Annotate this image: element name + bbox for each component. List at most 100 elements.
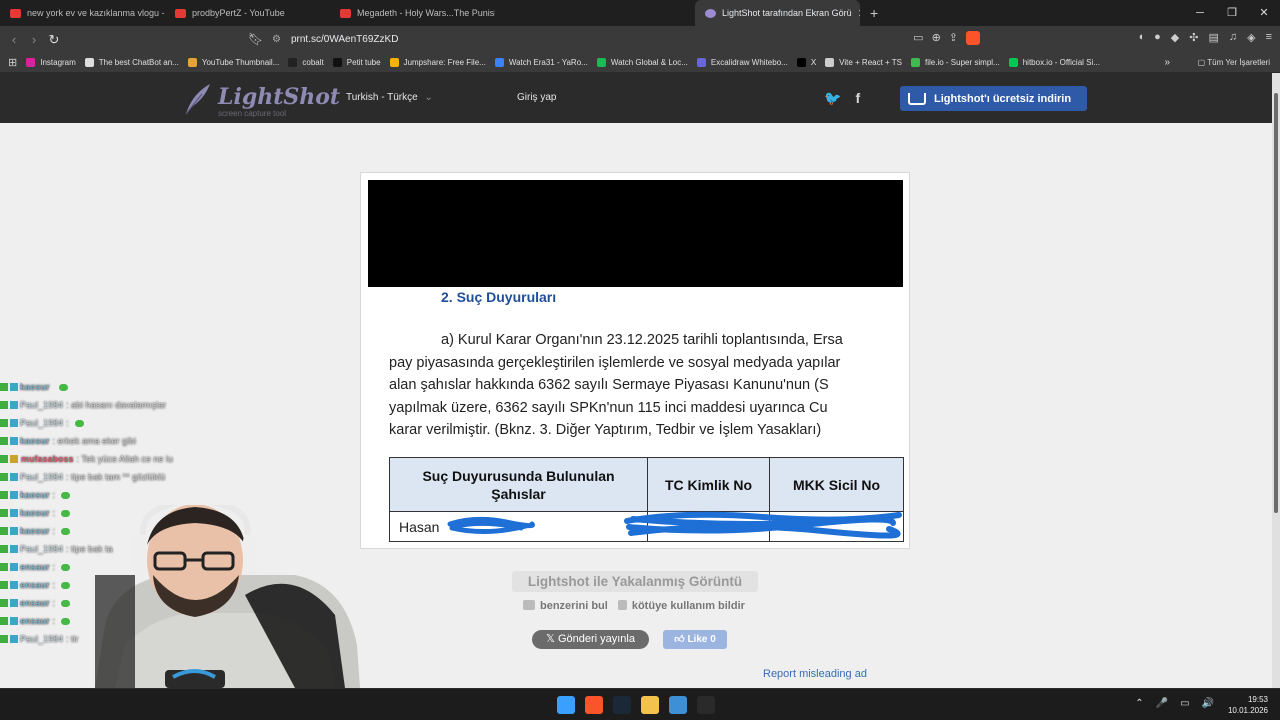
explorer-icon[interactable] [641,696,659,714]
obs-icon[interactable] [697,696,715,714]
all-bookmarks-button[interactable]: ▢ Tüm Yer İşaretleri [1198,58,1270,67]
tab-lightshot[interactable]: LightShot tarafından Ekran Görü ✕ [695,0,860,26]
wallet-icon[interactable]: ◈ [1247,31,1255,44]
bookmark-item[interactable]: file.io - Super simpl... [911,58,1000,67]
chat-username[interactable]: ensaur [20,562,50,572]
login-link[interactable]: Giriş yap [517,92,556,103]
bookmark-item[interactable]: Instagram [26,58,76,67]
chat-username[interactable]: kaosur [20,490,50,500]
find-similar-link[interactable]: benzerini bul [523,600,608,612]
clock[interactable]: 19:53 10.01.2026 [1228,694,1268,716]
bookmark-item[interactable]: Watch Global & Loc... [596,58,688,67]
chat-username[interactable]: Paul_1984 [20,544,63,554]
chat-username[interactable]: ensaur [20,580,50,590]
chat-username[interactable]: kaosur [20,526,50,536]
badge-icon [10,455,18,463]
lightshot-header: LightShot screen capture tool Turkish - … [0,73,1272,123]
tab-prodbypertz[interactable]: prodbyPertZ - YouTube [165,0,330,26]
music-icon[interactable]: ♫ [1229,31,1237,44]
badge-icon [0,401,8,409]
bookmark-item[interactable]: Vite + React + TS [825,58,902,67]
voice-icon[interactable]: ◖ [1137,31,1144,44]
sidebar-icon[interactable]: ▤ [1208,31,1218,44]
chat-username[interactable]: kaosur [20,508,50,518]
forward-icon[interactable]: › [24,32,44,47]
reload-icon[interactable]: ↻ [44,32,64,48]
tab-megadeth[interactable]: Megadeth - Holy Wars...The Punishm [330,0,495,26]
tray-icon[interactable]: ▭ [1180,698,1189,709]
scrollbar-thumb[interactable] [1274,93,1278,513]
chat-username[interactable]: ensaur [20,598,50,608]
bookmark-item[interactable]: YouTube Thumbnail... [187,58,280,67]
puzzle-icon[interactable]: ✣ [1189,31,1198,44]
document-heading: 2. Suç Duyuruları [441,289,557,305]
chat-username[interactable]: Paul_1984 [20,472,63,482]
bookmark-item[interactable]: hitbox.io - Official Si... [1008,58,1100,67]
new-tab-button[interactable]: + [870,5,878,21]
bookmark-item[interactable]: The best ChatBot an... [84,58,179,67]
screenshot-image[interactable]: 2. Suç Duyuruları a) Kurul Karar Organı'… [360,172,910,549]
chat-username[interactable]: kaosur [20,382,50,392]
photos-icon[interactable] [669,696,687,714]
tab-youtube-vlog[interactable]: new york ev ve kazıklanma vlogu - Yo [0,0,165,26]
chat-username[interactable]: ensaur [20,616,50,626]
site-info-icon[interactable]: ⚙︎ [272,34,281,45]
more-bookmarks-button[interactable]: » [1164,57,1170,68]
url-field[interactable]: ⚙︎ prnt.sc/0WAenT69ZzKD [272,30,972,49]
steam-icon[interactable] [613,696,631,714]
facebook-icon[interactable]: f [855,90,860,107]
menu-icon[interactable]: ≡ [1266,31,1272,44]
system-tray: ⌃ 🎤 ▭ 🔊 [1135,698,1214,709]
tray-icon[interactable]: ⌃ [1135,698,1143,709]
chat-username[interactable]: Paul_1984 [20,634,63,644]
brave-icon[interactable] [585,696,603,714]
bookmark-label: YouTube Thumbnail... [201,58,280,67]
vpn-icon[interactable]: ● [1154,31,1161,44]
brave-shields-icon[interactable] [966,31,980,45]
paragraph-line: pay piyasasında gerçekleştirilen işlemle… [389,354,841,371]
bookmark-item[interactable]: Jumpshare: Free File... [389,58,486,67]
page-scrollbar[interactable] [1272,73,1280,688]
chat-username[interactable]: Paul_1984 [20,418,63,428]
chat-username[interactable]: kaosur [20,436,50,446]
language-select[interactable]: Turkish - Türkçe ⌄ [346,92,433,103]
back-icon[interactable]: ‹ [4,32,24,47]
download-button[interactable]: Lightshot'ı ücretsiz indirin [900,86,1087,111]
bookmark-item[interactable]: Watch Era31 - YaRo... [494,58,588,67]
bookmark-item[interactable]: Petit tube [332,58,381,67]
paragraph-line: a) Kurul Karar Organı'nın 23.12.2025 tar… [441,332,843,348]
badge-icon [0,635,8,643]
minimize-icon[interactable]: ─ [1184,0,1216,26]
restore-icon[interactable]: ❐ [1216,0,1248,26]
close-window-icon[interactable]: ✕ [1248,0,1280,26]
report-ad-link[interactable]: Report misleading ad [763,668,867,680]
bookmark-list: Instagram The best ChatBot an... YouTube T… [17,58,1100,67]
start-icon[interactable] [557,696,575,714]
screen-icon[interactable]: ▭ [913,31,923,45]
bookmark-label: Instagram [40,58,76,67]
close-tab-icon[interactable]: ✕ [852,7,860,20]
bookmark-item[interactable]: X [796,58,817,67]
table-header: MKK Sicil No [769,457,904,512]
bookmark-label: Jumpshare: Free File... [403,58,486,67]
report-abuse-link[interactable]: kötüye kullanım bildir [617,600,745,612]
bookmark-label: The best ChatBot an... [98,58,179,67]
share-icon[interactable]: ⇪ [949,31,958,45]
extension-icon[interactable]: ◆ [1171,31,1179,44]
bookmark-item[interactable]: cobalt [288,58,324,67]
like-button[interactable]: 👍︎ Like 0 [663,630,727,649]
chat-username[interactable]: mufasaboss [21,454,74,464]
twitter-icon[interactable]: 🐦 [824,90,841,107]
social-links: 🐦 f [824,90,860,107]
tweet-button[interactable]: 𝕏 Gönderi yayınla [532,630,649,649]
zoom-icon[interactable]: ⊕ [932,31,941,45]
badge-icon [10,635,18,643]
apps-grid-icon[interactable]: ⊞ [8,56,17,69]
tray-icon[interactable]: 🎤 [1156,698,1168,709]
bookmark-item[interactable]: Excalidraw Whitebo... [696,58,788,67]
bookmark-label: X [810,58,817,67]
badge-icon [0,509,8,517]
chat-username[interactable]: Paul_1984 [20,400,63,410]
tray-icon[interactable]: 🔊 [1202,698,1214,709]
bookmark-icon[interactable]: 🔖︎ [248,32,263,46]
